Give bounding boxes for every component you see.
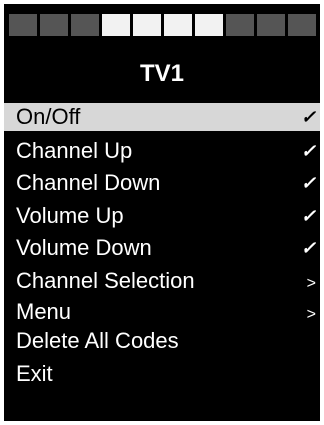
- page-indicator-segment: [257, 14, 285, 36]
- menu-item-volume-up[interactable]: Volume Up ✓: [4, 201, 320, 234]
- menu-item-label: Delete All Codes: [16, 328, 179, 353]
- checkmark-icon: ✓: [300, 205, 316, 226]
- chevron-right-icon: >: [306, 306, 316, 323]
- menu-item-label: Exit: [16, 360, 53, 386]
- checkmark-icon: ✓: [300, 140, 316, 161]
- page-indicator-segment: [71, 14, 99, 36]
- page-title: TV1: [139, 60, 184, 87]
- menu-list: On/Off ✓ Channel Up ✓ Channel Down ✓ Vol…: [4, 103, 320, 391]
- page-indicator-segment-active: [195, 14, 223, 36]
- menu-item-on-off[interactable]: On/Off ✓: [4, 103, 320, 131]
- page-indicator-segment: [9, 14, 37, 36]
- menu-item-menu[interactable]: Menu >: [4, 298, 320, 326]
- menu-item-label: On/Off: [16, 104, 81, 129]
- page-indicator: [9, 14, 316, 36]
- menu-item-label: Volume Up: [16, 202, 124, 228]
- menu-item-exit[interactable]: Exit: [4, 359, 320, 392]
- menu-item-delete-all-codes[interactable]: Delete All Codes: [4, 326, 320, 359]
- page-indicator-segment-active: [133, 14, 161, 36]
- menu-item-label: Volume Down: [16, 235, 152, 260]
- menu-item-volume-down[interactable]: Volume Down ✓: [4, 233, 320, 266]
- checkmark-icon: ✓: [300, 238, 316, 258]
- menu-item-channel-up[interactable]: Channel Up ✓: [4, 136, 320, 169]
- page-indicator-segment: [40, 14, 68, 36]
- menu-item-label: Channel Down: [16, 170, 161, 195]
- page-indicator-segment: [288, 14, 316, 36]
- menu-item-label: Menu: [16, 299, 72, 324]
- device-screen: TV1 On/Off ✓ Channel Up ✓ Channel Down ✓…: [4, 4, 320, 421]
- menu-item-channel-down[interactable]: Channel Down ✓: [4, 168, 320, 201]
- page-indicator-segment-active: [164, 14, 192, 36]
- checkmark-icon: ✓: [300, 173, 316, 193]
- chevron-right-icon: >: [306, 274, 316, 292]
- menu-item-label: Channel Up: [16, 137, 133, 163]
- menu-item-label: Channel Selection: [16, 267, 195, 293]
- page-indicator-segment-active: [102, 14, 130, 36]
- page-indicator-segment: [226, 14, 254, 36]
- checkmark-icon: ✓: [300, 107, 316, 127]
- menu-item-channel-selection[interactable]: Channel Selection >: [4, 266, 320, 299]
